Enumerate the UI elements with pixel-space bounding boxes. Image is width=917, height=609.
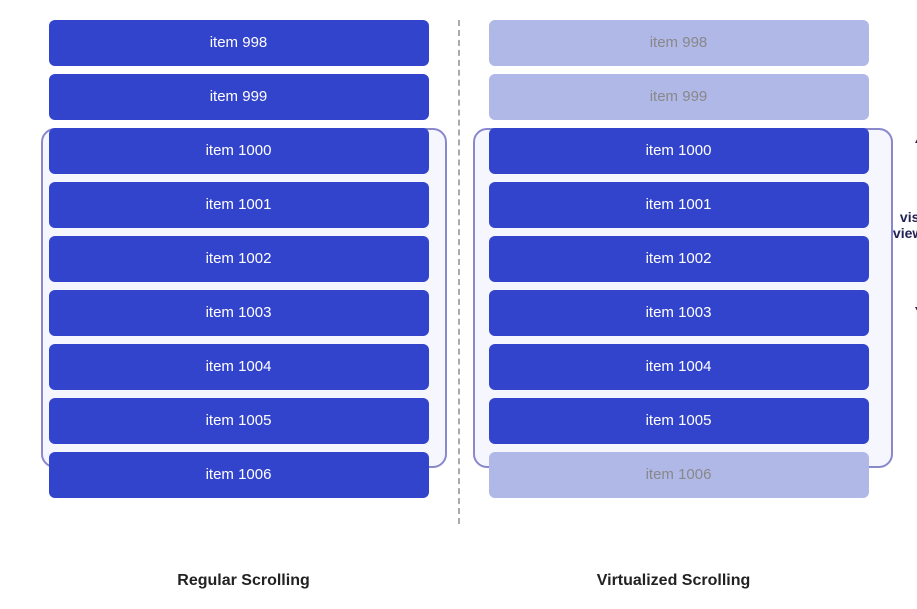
labels-row: Regular Scrolling Virtualized Scrolling: [29, 572, 889, 590]
column-divider: [458, 20, 460, 524]
left-item-1005: item 1005: [49, 398, 429, 444]
right-item-1005: item 1005: [489, 398, 869, 444]
left-item-1006: item 1006: [49, 452, 429, 498]
right-item-1000: item 1000: [489, 128, 869, 174]
right-item-999: item 999: [489, 74, 869, 120]
right-column: visible viewport item 998 item 999 item …: [459, 20, 889, 564]
left-item-1003: item 1003: [49, 290, 429, 336]
right-item-1006: item 1006: [489, 452, 869, 498]
left-label: Regular Scrolling: [29, 572, 459, 590]
viewport-label: visible viewport: [893, 209, 917, 241]
right-item-1004: item 1004: [489, 344, 869, 390]
columns-wrapper: item 998 item 999 item 1000 item 1001 it…: [29, 20, 889, 564]
left-item-1004: item 1004: [49, 344, 429, 390]
left-item-1002: item 1002: [49, 236, 429, 282]
left-item-1001: item 1001: [49, 182, 429, 228]
left-column: item 998 item 999 item 1000 item 1001 it…: [29, 20, 459, 564]
viewport-arrow: visible viewport: [893, 130, 917, 466]
right-item-1002: item 1002: [489, 236, 869, 282]
left-item-1000: item 1000: [49, 128, 429, 174]
diagram: item 998 item 999 item 1000 item 1001 it…: [29, 20, 889, 590]
right-item-1001: item 1001: [489, 182, 869, 228]
right-item-998: item 998: [489, 20, 869, 66]
right-label: Virtualized Scrolling: [459, 572, 889, 590]
right-item-1003: item 1003: [489, 290, 869, 336]
left-item-998: item 998: [49, 20, 429, 66]
left-item-999: item 999: [49, 74, 429, 120]
